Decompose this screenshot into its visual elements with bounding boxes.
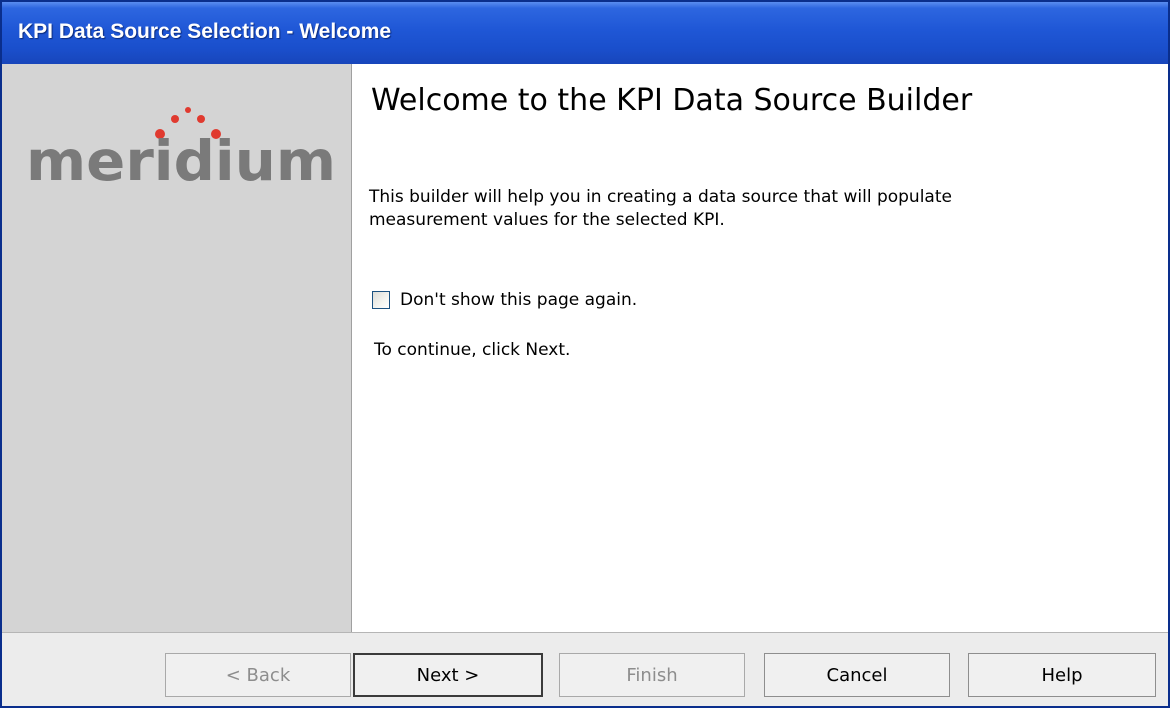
- title-bar[interactable]: KPI Data Source Selection - Welcome: [2, 2, 1168, 64]
- continue-instruction: To continue, click Next.: [374, 340, 571, 360]
- finish-button[interactable]: Finish: [559, 653, 745, 697]
- next-button[interactable]: Next >: [353, 653, 543, 697]
- page-heading: Welcome to the KPI Data Source Builder: [371, 83, 973, 118]
- description-text: This builder will help you in creating a…: [369, 187, 952, 230]
- dont-show-again-row[interactable]: Don't show this page again.: [372, 290, 637, 310]
- sidebar-panel: meridium: [2, 64, 352, 632]
- logo-dot: [185, 107, 191, 113]
- meridium-logo: meridium: [26, 106, 346, 186]
- help-button[interactable]: Help: [968, 653, 1156, 697]
- logo-wordmark: meridium: [26, 129, 336, 186]
- content-panel: Welcome to the KPI Data Source Builder T…: [352, 64, 1168, 632]
- cancel-button[interactable]: Cancel: [764, 653, 950, 697]
- wizard-window: KPI Data Source Selection - Welcome meri…: [0, 0, 1170, 708]
- button-bar: < Back Next > Finish Cancel Help: [2, 632, 1168, 706]
- logo-dot: [171, 115, 179, 123]
- back-button[interactable]: < Back: [165, 653, 351, 697]
- dont-show-again-checkbox[interactable]: [372, 291, 390, 309]
- dont-show-again-label[interactable]: Don't show this page again.: [400, 290, 637, 310]
- window-title: KPI Data Source Selection - Welcome: [18, 20, 392, 43]
- logo-dot: [197, 115, 205, 123]
